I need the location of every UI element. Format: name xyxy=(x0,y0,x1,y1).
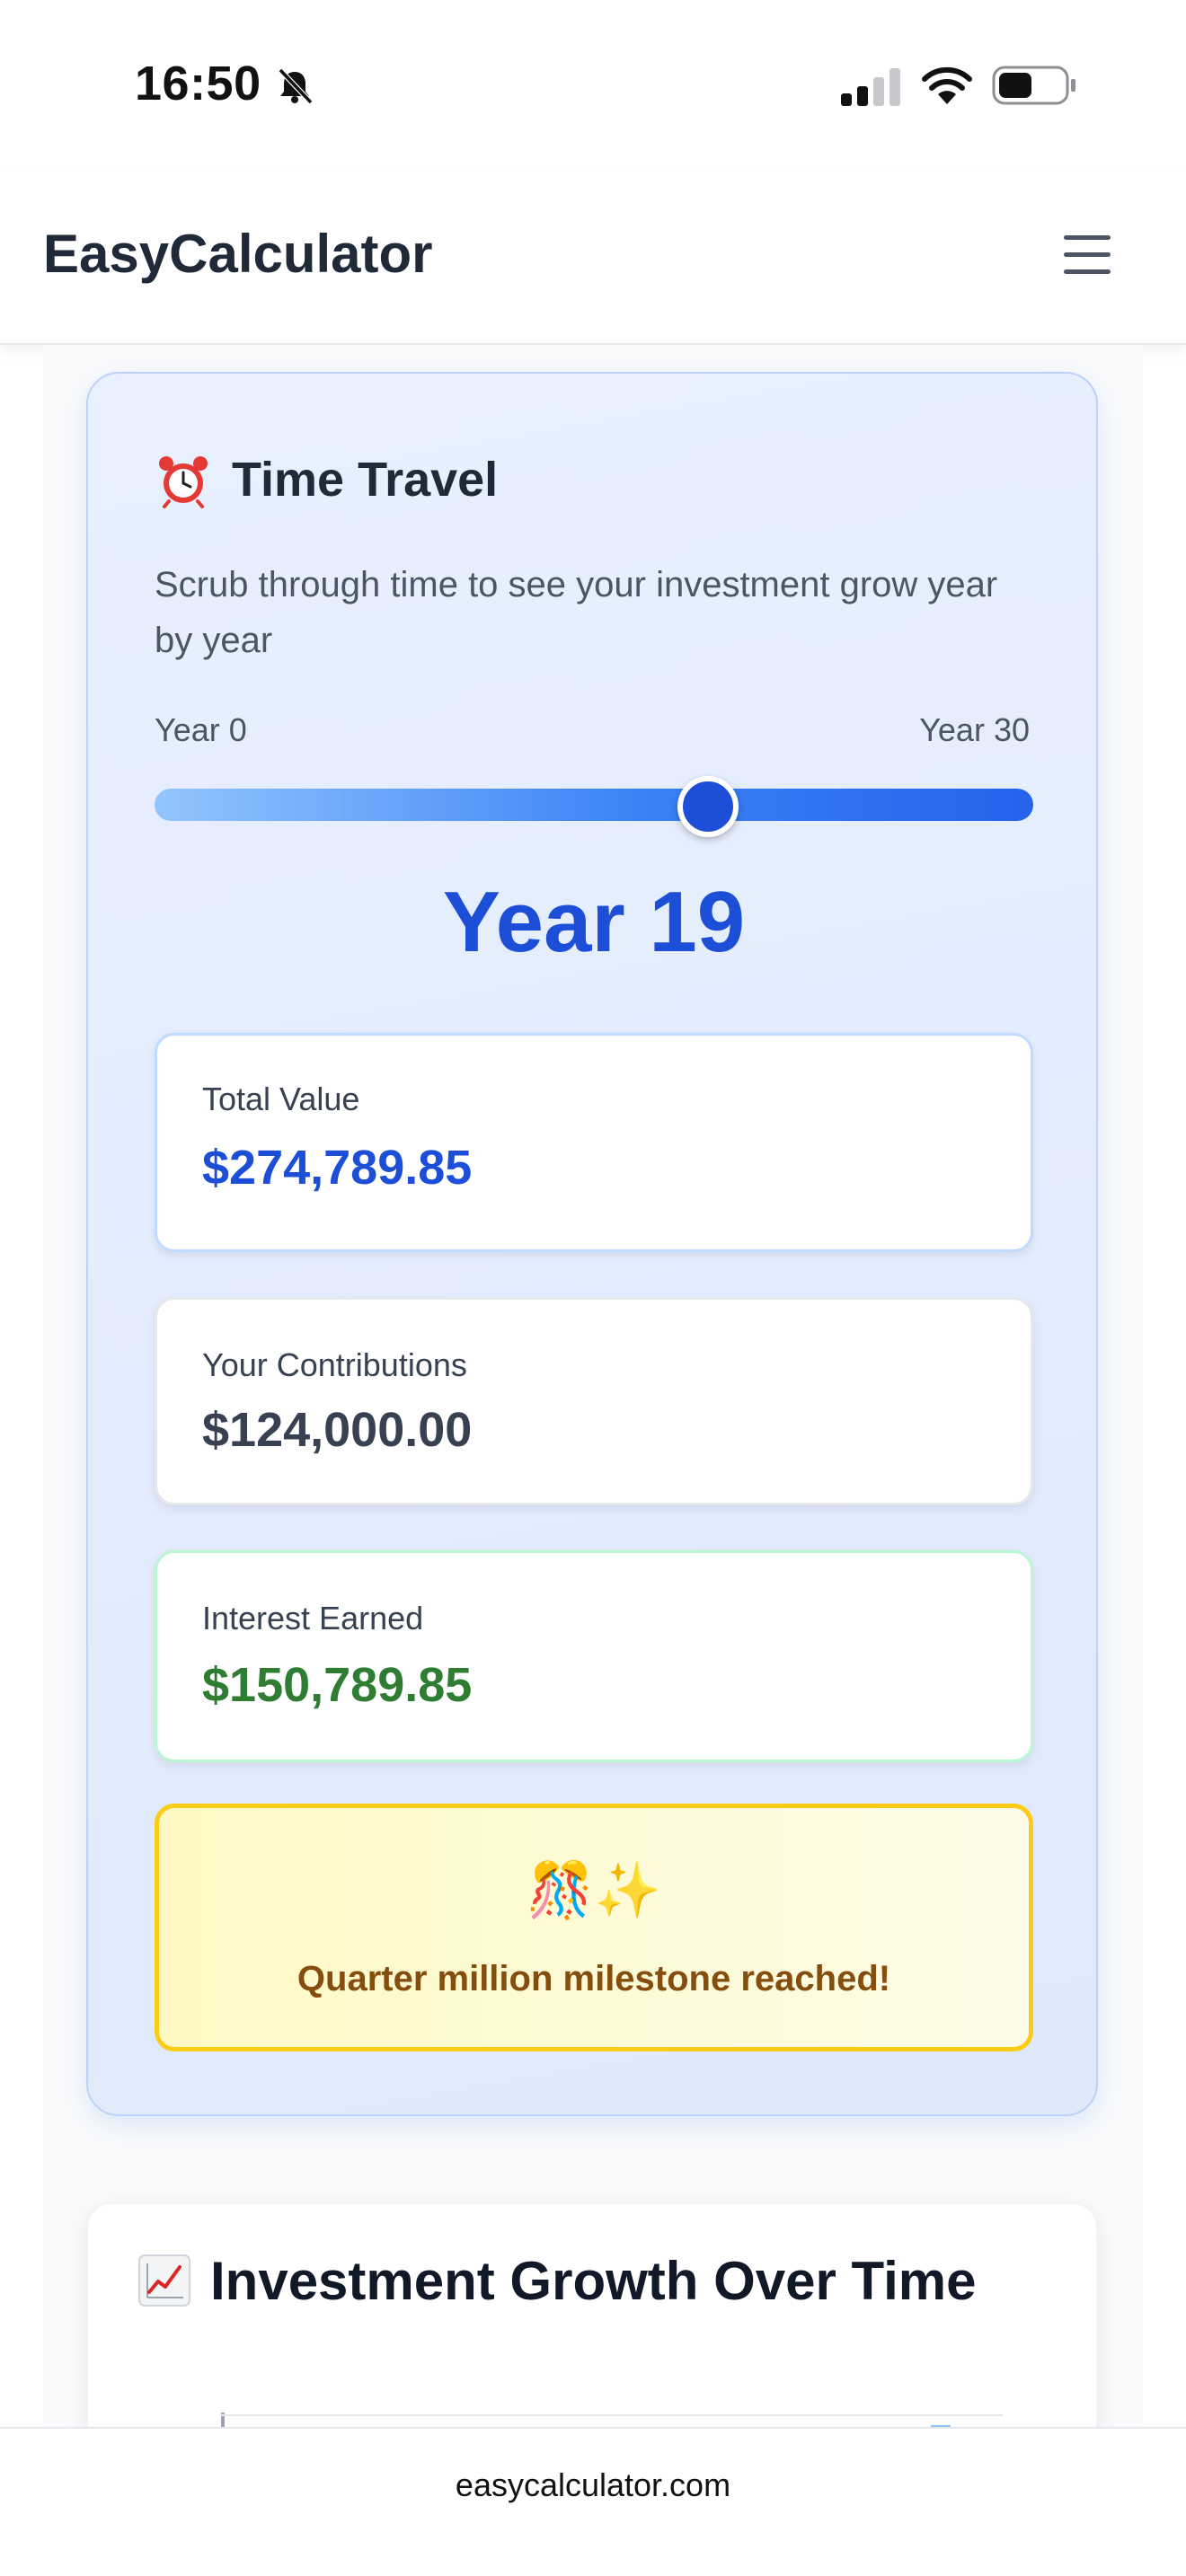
battery-icon xyxy=(992,66,1075,105)
status-bar: 16:50 xyxy=(0,0,1186,171)
year-slider-track[interactable] xyxy=(155,789,1033,821)
menu-button[interactable] xyxy=(1060,228,1114,282)
contributions-label: Your Contributions xyxy=(202,1346,467,1383)
bell-slash-icon xyxy=(278,67,314,105)
slider-start-label: Year 0 xyxy=(155,711,247,748)
brand-logo[interactable]: EasyCalculator xyxy=(43,223,433,285)
cellular-signal-icon xyxy=(841,68,900,106)
time-travel-title: Time Travel xyxy=(232,453,499,507)
status-time: 16:50 xyxy=(135,57,261,110)
interest-label: Interest Earned xyxy=(202,1600,424,1636)
time-travel-heading: Time Travel xyxy=(155,447,498,512)
confetti-icon: 🎊✨ xyxy=(527,1860,661,1920)
total-value-label: Total Value xyxy=(202,1081,360,1117)
current-year-display: Year 19 xyxy=(442,874,746,970)
contributions-amount: $124,000.00 xyxy=(202,1403,473,1457)
time-travel-description: Scrub through time to see your investmen… xyxy=(155,565,998,660)
total-value-amount: $274,789.85 xyxy=(202,1141,473,1195)
milestone-text: Quarter million milestone reached! xyxy=(296,1959,891,1998)
site-header: EasyCalculator xyxy=(0,171,1186,345)
slider-end-label: Year 30 xyxy=(919,711,1030,748)
page: 16:50 EasyCalculator Time Travel Scrub t… xyxy=(0,0,1186,2576)
wifi-icon xyxy=(922,66,972,104)
interest-box: Interest Earned $150,789.85 xyxy=(155,1550,1033,1762)
chart-increasing-icon xyxy=(138,2254,190,2307)
total-value-box: Total Value $274,789.85 xyxy=(155,1033,1033,1252)
interest-amount: $150,789.85 xyxy=(202,1658,473,1712)
year-slider-thumb[interactable] xyxy=(677,776,739,837)
chart-gridline xyxy=(221,2414,1003,2416)
url-text[interactable]: easycalculator.com xyxy=(0,2466,1186,2504)
milestone-banner: 🎊✨ Quarter million milestone reached! xyxy=(155,1804,1033,2051)
hamburger-menu-icon xyxy=(1064,235,1111,240)
growth-heading: Investment Growth Over Time xyxy=(138,2249,976,2312)
alarm-clock-icon xyxy=(159,456,208,508)
browser-url-bar[interactable]: easycalculator.com xyxy=(0,2427,1186,2576)
contributions-box: Your Contributions $124,000.00 xyxy=(155,1297,1033,1505)
growth-title: Investment Growth Over Time xyxy=(210,2250,977,2311)
time-travel-card: Time Travel Scrub through time to see yo… xyxy=(86,372,1098,2116)
